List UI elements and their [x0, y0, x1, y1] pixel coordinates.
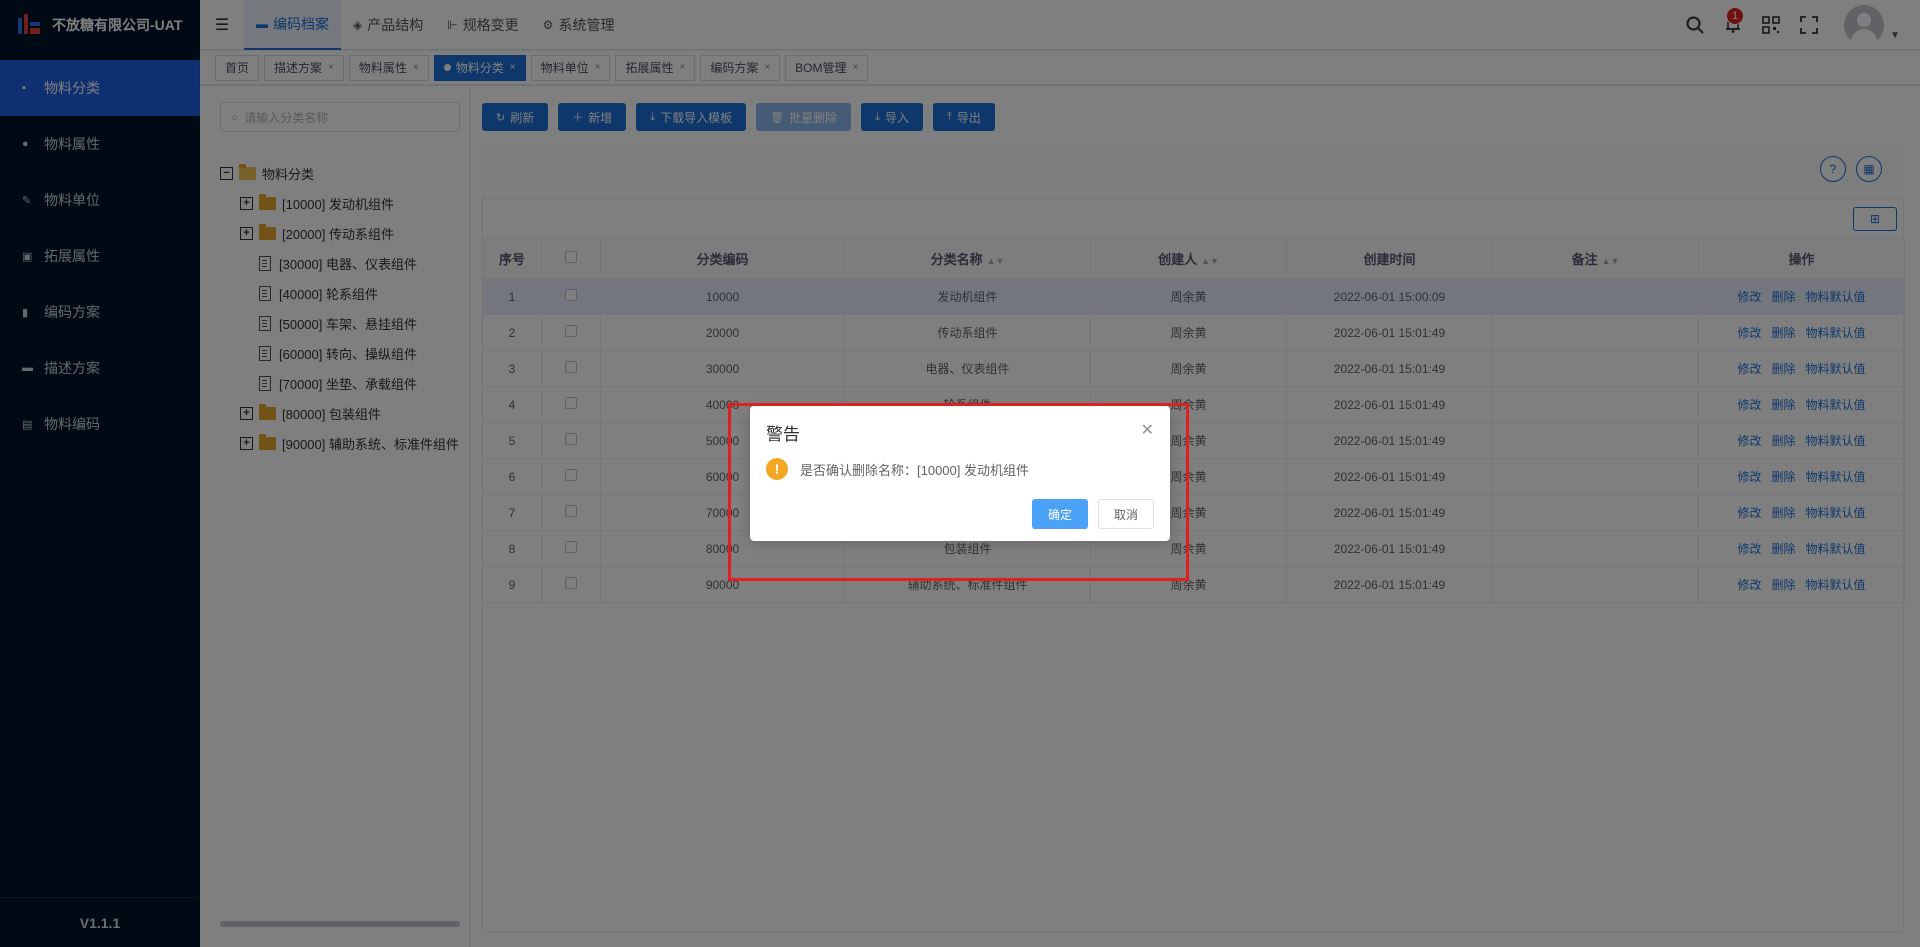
highlight-box — [728, 403, 1189, 581]
